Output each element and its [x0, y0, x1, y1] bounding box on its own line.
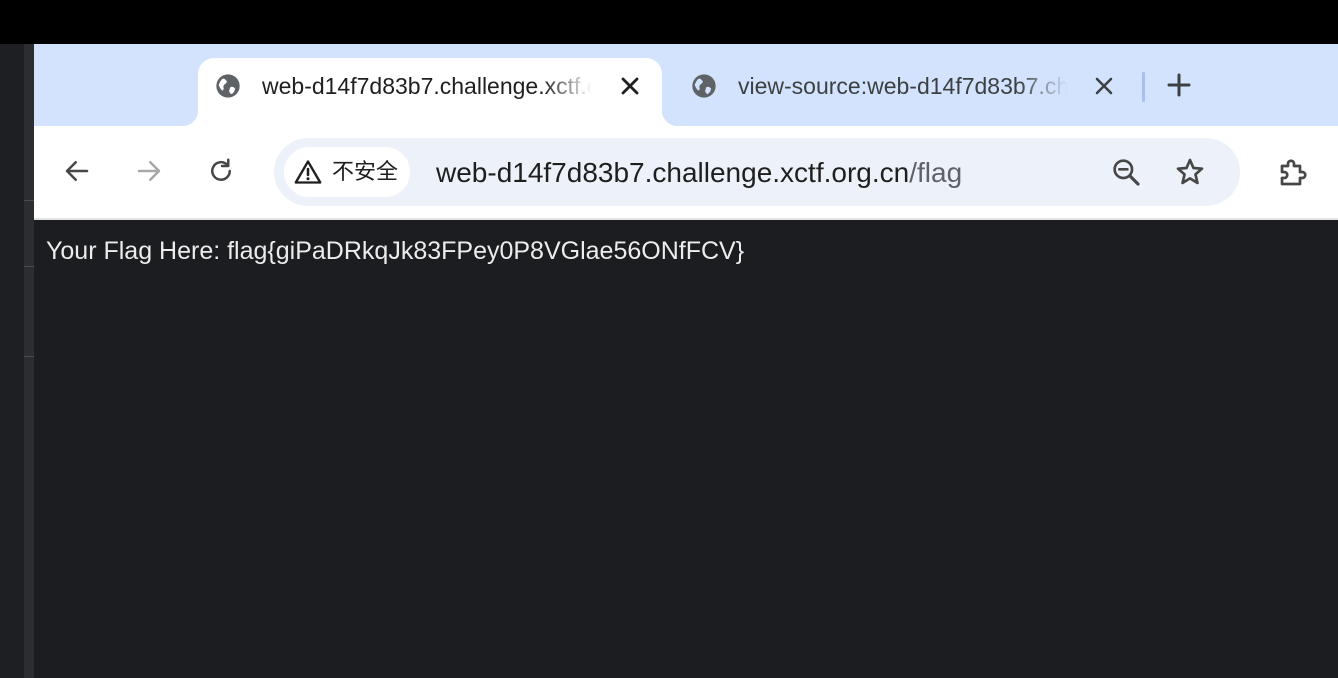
edge-divider [24, 200, 34, 201]
address-bar[interactable]: 不安全 web-d14f7d83b7.challenge.xctf.org.cn… [274, 138, 1240, 206]
edge-divider [24, 266, 34, 267]
close-tab-icon[interactable] [616, 72, 644, 100]
warning-triangle-icon [294, 160, 322, 184]
edge-divider [24, 356, 34, 357]
globe-icon [216, 74, 240, 98]
back-arrow-icon[interactable] [62, 156, 92, 186]
tab-title: view-source:web-d14f7d83b7.challenge.xct… [738, 73, 1068, 99]
url-text[interactable]: web-d14f7d83b7.challenge.xctf.org.cn/fla… [436, 156, 962, 190]
tab-strip: web-d14f7d83b7.challenge.xctf.org.cn/fla… [34, 44, 1338, 126]
page-content: Your Flag Here: flag{giPaDRkqJk83FPey0P8… [34, 220, 1338, 678]
left-window-edge-panel [24, 44, 34, 678]
browser-window: web-d14f7d83b7.challenge.xctf.org.cn/fla… [34, 44, 1338, 678]
globe-icon [692, 74, 716, 98]
security-label: 不安全 [332, 159, 399, 184]
security-chip[interactable]: 不安全 [284, 147, 410, 197]
navigation-toolbar: 不安全 web-d14f7d83b7.challenge.xctf.org.cn… [34, 126, 1338, 220]
tab-view-source[interactable]: view-source:web-d14f7d83b7.challenge.xct… [674, 58, 1124, 126]
tab-flag[interactable]: web-d14f7d83b7.challenge.xctf.org.cn/fla… [182, 58, 678, 126]
url-path: /flag [909, 157, 963, 188]
flag-text: Your Flag Here: flag{giPaDRkqJk83FPey0P8… [46, 237, 745, 265]
close-tab-icon[interactable] [1090, 72, 1118, 100]
reload-icon[interactable] [206, 156, 236, 186]
extensions-puzzle-icon[interactable] [1276, 154, 1312, 190]
url-host: web-d14f7d83b7.challenge.xctf.org.cn [436, 157, 910, 188]
tab-divider [1142, 72, 1145, 102]
forward-arrow-icon[interactable] [134, 156, 164, 186]
zoom-magnifier-icon[interactable] [1110, 156, 1142, 188]
bookmark-star-icon[interactable] [1174, 156, 1206, 188]
left-window-edge [0, 44, 34, 678]
tab-title: web-d14f7d83b7.challenge.xctf.org.cn/fla… [262, 73, 592, 99]
new-tab-plus-icon[interactable] [1164, 70, 1194, 100]
